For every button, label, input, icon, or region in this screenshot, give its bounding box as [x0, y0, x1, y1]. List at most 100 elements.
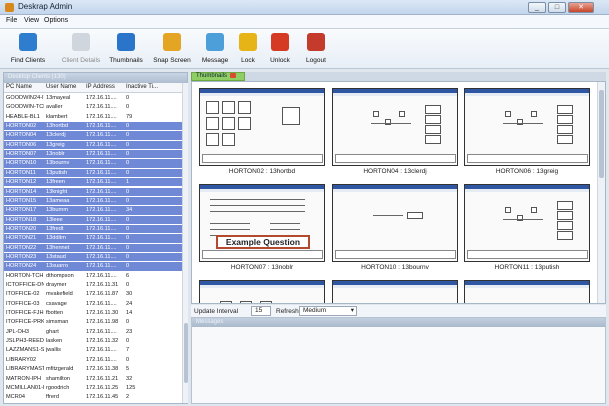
client-list-scrollbar[interactable] — [182, 83, 188, 403]
logout-button[interactable]: Logout — [300, 31, 332, 67]
table-row[interactable]: JSLPH3-REEDS lasken 172.16.11.32 0 — [4, 337, 182, 345]
find-clients-button[interactable]: Find Clients — [8, 31, 48, 67]
unlock-button[interactable]: Unlock — [266, 31, 294, 67]
inactive-cell: 0 — [126, 216, 130, 223]
user-name-cell: 13staud — [46, 253, 66, 260]
table-row[interactable]: HORTON18 13leee 172.16.11.... 0 — [4, 215, 182, 224]
table-row[interactable]: ITOFFICE-PRK simsman 172.16.11.98 0 — [4, 318, 182, 326]
inactive-cell: 1 — [126, 179, 130, 186]
thumbnail-card[interactable]: HORTON02 : 13hortbd — [199, 88, 325, 178]
table-row[interactable]: HORTON23 13staud 172.16.11.... 0 — [4, 252, 182, 262]
thumbnails-button[interactable]: Thumbnails — [106, 31, 146, 67]
thumbnail-image[interactable] — [332, 184, 458, 262]
user-name-cell: avaller — [46, 104, 63, 111]
ip-address-cell: 172.16.11.98 — [86, 319, 119, 326]
cube-icon — [531, 207, 537, 213]
table-row[interactable]: HORTON17 13burnm 172.16.11.... 34 — [4, 206, 182, 215]
table-row[interactable]: HEABLE-BL1 klambert 172.16.11.... 79 — [4, 113, 182, 121]
toolbar-label: Client Details — [61, 57, 101, 64]
col-user-name[interactable]: User Name — [46, 84, 76, 90]
table-row[interactable]: HORTON04 13clerdj 172.16.11.... 0 — [4, 131, 182, 140]
table-row[interactable]: MCMILLAN01-PSY1rgoodrich 172.16.11.25 125 — [4, 384, 182, 392]
table-row[interactable]: LAZZMANS1-SC1jwallis 172.16.11.... 7 — [4, 346, 182, 354]
thumbnail-card[interactable]: Example Question HORTON07 : 13noblr — [199, 184, 325, 274]
tab-close-icon[interactable] — [230, 73, 237, 78]
table-row[interactable]: GOODWIN-TCH avaller 172.16.11.... 0 — [4, 103, 182, 111]
thumbnail-footer — [335, 250, 456, 259]
thumbnail-image[interactable] — [464, 280, 590, 303]
table-row[interactable]: MATRON-IPH shamilton 172.16.11.21 32 — [4, 375, 182, 383]
ip-address-cell: 172.16.11.... — [86, 179, 117, 186]
table-row[interactable]: JPL-OH3 ghart 172.16.11.... 23 — [4, 328, 182, 336]
table-row[interactable]: LIBRARYMASTERmfitzgerald 172.16.11.38 5 — [4, 365, 182, 373]
thumbnail-image[interactable] — [199, 280, 325, 303]
quality-select[interactable]: Medium ▾ — [299, 306, 357, 316]
thumbnail-image[interactable] — [464, 184, 590, 262]
lock-button[interactable]: Lock — [236, 31, 260, 67]
message-button[interactable]: Message — [200, 31, 230, 67]
thumbnail-card[interactable]: HORTON11 : 13putish — [464, 184, 590, 274]
table-row[interactable]: MCR04 ffrerd 172.16.11.45 2 — [4, 393, 182, 401]
table-row[interactable]: HORTON11 13putish 172.16.11.... 0 — [4, 168, 182, 178]
thumbnail-grid: HORTON02 : 13hortbd HORTON04 : 13clerdj HO… — [191, 81, 606, 304]
maximize-button[interactable]: □ — [548, 2, 566, 13]
table-row[interactable]: HORTON24 13suarro 172.16.11.... 0 — [4, 262, 182, 271]
scrollbar-thumb[interactable] — [599, 90, 604, 178]
table-row[interactable]: HORTON22 13hennet 172.16.11.... 0 — [4, 243, 182, 252]
table-row[interactable]: HORTON20 13fredt 172.16.11.... 0 — [4, 224, 182, 234]
menu-view[interactable]: View — [24, 17, 39, 24]
table-row[interactable]: ITOFFICE-FJH fbotten 172.16.11.30 14 — [4, 309, 182, 317]
thumbnail-card[interactable]: HORTON10 : 13bournv — [332, 184, 458, 274]
table-row[interactable]: LIBRARY02 172.16.11.... 0 — [4, 356, 182, 364]
thumbnail-card[interactable] — [332, 280, 458, 303]
thumbnail-caption: HORTON10 : 13bournv — [361, 264, 429, 271]
minimize-button[interactable]: _ — [528, 2, 546, 13]
thumbnail-image[interactable] — [332, 88, 458, 166]
table-row[interactable]: HORTON12 13freen 172.16.11.... 1 — [4, 178, 182, 187]
arrow-line — [503, 219, 543, 220]
inactive-cell: 24 — [126, 300, 133, 307]
thumbnail-card[interactable]: HORTON04 : 13clerdj — [332, 88, 458, 178]
tab-thumbnails[interactable]: Thumbnails — [191, 72, 246, 81]
table-row[interactable]: HORTON02 13hortbd 172.16.11.... 0 — [4, 122, 182, 131]
ip-address-cell: 172.16.11.... — [86, 197, 117, 204]
col-ip-address[interactable]: IP Address — [86, 84, 115, 90]
col-pc-name[interactable]: PC Name — [6, 84, 32, 90]
thumbnail-image[interactable] — [332, 280, 458, 303]
thumbnail-card[interactable] — [199, 280, 325, 303]
client-details-button: Client Details — [60, 31, 102, 67]
thumbnail-image[interactable] — [464, 88, 590, 166]
ip-address-cell: 172.16.11.21 — [86, 375, 119, 382]
thumbnail-image[interactable]: Example Question — [199, 184, 325, 262]
scrollbar-thumb[interactable] — [184, 323, 188, 383]
messages-panel: Messages — [191, 317, 606, 404]
thumbnail-card[interactable]: HORTON06 : 13greig — [464, 88, 590, 178]
snap-screen-button[interactable]: Snap Screen — [150, 31, 194, 67]
table-row[interactable]: HORTON-TCH dthompson 172.16.11.... 6 — [4, 272, 182, 280]
inactive-cell: 0 — [126, 356, 130, 363]
table-row[interactable]: HORTON14 13knight 172.16.11.... 0 — [4, 187, 182, 196]
table-row[interactable]: GOODWIN24-IT113mayeal 172.16.11.... 0 — [4, 94, 182, 102]
table-row[interactable]: ICTOFFICE-DNRdraymer 172.16.11.31 0 — [4, 281, 182, 289]
cube-icon — [517, 215, 523, 221]
thumbnail-scrollbar[interactable] — [597, 82, 605, 303]
table-row[interactable]: HORTON10 13bournv 172.16.11.... 0 — [4, 159, 182, 168]
update-interval-input[interactable]: 15 — [251, 306, 271, 316]
col-inactive-time[interactable]: Inactive Ti... — [126, 84, 158, 90]
close-button[interactable]: ✕ — [568, 2, 594, 13]
menu-file[interactable]: File — [6, 17, 17, 24]
ip-address-cell: 172.16.11.... — [86, 347, 117, 354]
table-row[interactable]: ITOFFICE-02 mvakefield 172.16.11.87 30 — [4, 290, 182, 298]
table-row[interactable]: HORTON21 13dditm 172.16.11.... 0 — [4, 234, 182, 243]
menu-options[interactable]: Options — [44, 17, 68, 24]
table-row[interactable]: HORTON15 13ameaa 172.16.11.... 0 — [4, 196, 182, 206]
column-headers: PC Name User Name IP Address Inactive Ti… — [4, 83, 182, 93]
thumbnail-card[interactable] — [464, 280, 590, 303]
ip-address-cell: 172.16.11.... — [86, 132, 117, 139]
table-row[interactable]: ITOFFICE-03 csavage 172.16.11.... 24 — [4, 300, 182, 308]
thumbnail-toolbar — [333, 285, 457, 288]
thumbnail-image[interactable] — [199, 88, 325, 166]
table-row[interactable]: HORTON07 13noblr 172.16.11.... 0 — [4, 150, 182, 159]
table-row[interactable]: HORTON06 13greig 172.16.11.... 0 — [4, 140, 182, 150]
dice-icon — [206, 101, 219, 114]
